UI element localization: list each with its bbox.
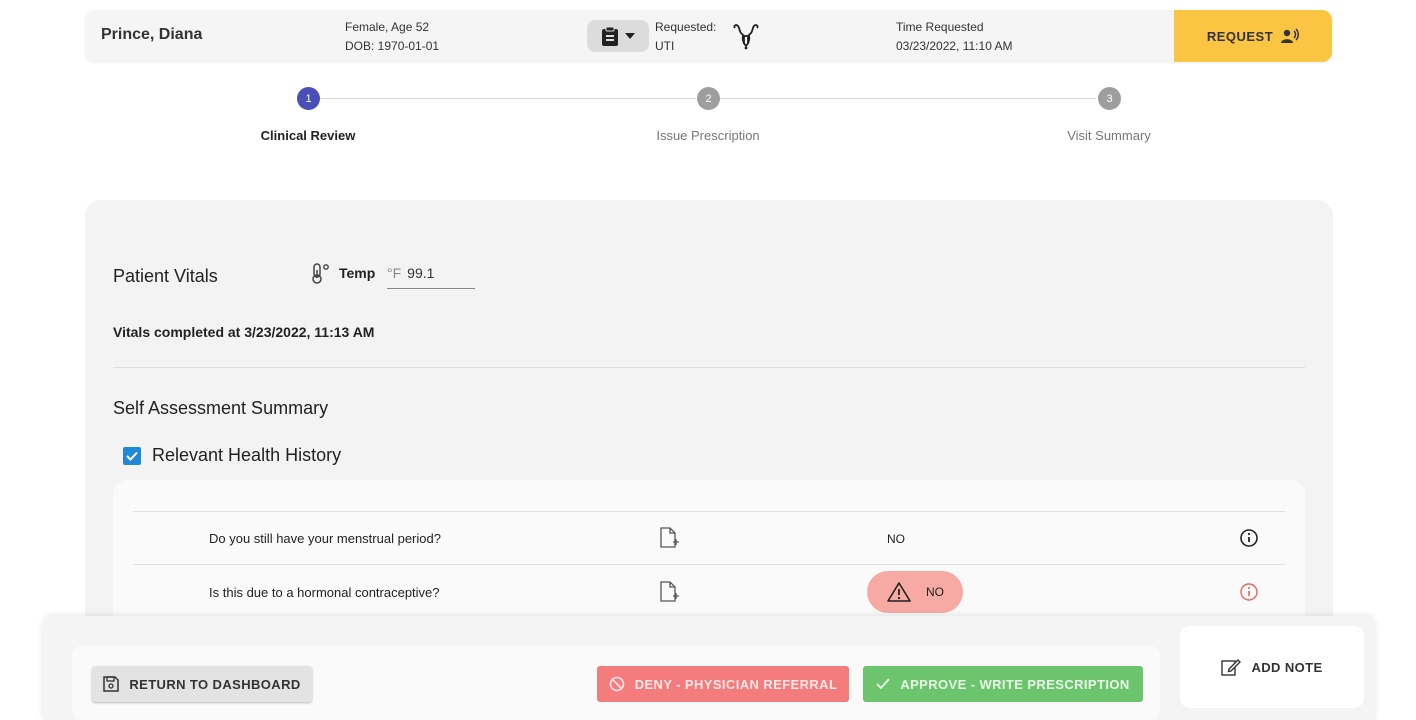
patient-header: Prince, Diana Female, Age 52 DOB: 1970-0… [85,10,1332,62]
approve-write-prescription-button[interactable]: APPROVE - WRITE PRESCRIPTION [863,666,1143,702]
patient-vitals-title: Patient Vitals [113,266,218,286]
caret-down-icon [625,33,635,39]
warning-info-icon[interactable] [1239,582,1259,602]
health-history-title: Relevant Health History [152,445,342,465]
temp-unit: °F [387,265,402,281]
warning-icon [887,582,911,602]
question-text: Is this due to a hormonal contraceptive? [209,585,440,600]
temp-value: 99.1 [407,265,435,281]
requested-label: Requested: [655,20,717,34]
info-icon[interactable] [1239,528,1259,548]
save-icon [103,676,120,692]
self-assessment-title: Self Assessment Summary [113,398,329,418]
add-note-button[interactable]: ADD NOTE [1180,626,1364,708]
flagged-answer-pill: NO [867,571,963,613]
step-connector [720,98,1096,99]
health-history-checkbox[interactable] [123,447,141,465]
time-requested-block: Time Requested 03/23/2022, 11:10 AM [896,18,1013,56]
block-icon [609,676,624,692]
vitals-completed-text: Vitals completed at 3/23/2022, 11:13 AM [113,324,375,340]
temp-label: Temp [339,265,376,281]
patient-name: Prince, Diana [101,26,203,43]
answer-value: NO [926,585,944,599]
answer-value: NO [887,532,905,546]
edit-note-icon [1221,659,1242,676]
uterus-icon [733,24,759,50]
request-button[interactable]: REQUEST [1174,10,1332,62]
step-1-indicator[interactable]: 1 [297,87,320,110]
step-2-number: 2 [705,92,712,105]
step-3-label: Visit Summary [1067,128,1151,143]
add-document-icon[interactable] [659,581,679,603]
deny-button-label: DENY - PHYSICIAN REFERRAL [634,676,838,692]
time-requested-value: 03/23/2022, 11:10 AM [896,39,1013,53]
check-icon [876,678,891,690]
requested-value: UTI [655,39,675,53]
step-1-number: 1 [305,92,312,105]
deny-physician-referral-button[interactable]: DENY - PHYSICIAN REFERRAL [597,666,849,702]
temp-input[interactable]: °F 99.1 [387,262,475,289]
time-requested-label: Time Requested [896,20,984,34]
question-text: Do you still have your menstrual period? [209,531,441,546]
patient-dob: DOB: 1970-01-01 [345,39,440,53]
patient-demographics: Female, Age 52 DOB: 1970-01-01 [345,18,439,56]
step-3-number: 3 [1106,92,1113,105]
action-bar: RETURN TO DASHBOARD DENY - PHYSICIAN REF… [42,616,1376,720]
request-button-label: REQUEST [1206,28,1274,44]
add-document-icon[interactable] [659,527,679,549]
step-3-indicator[interactable]: 3 [1098,87,1121,110]
table-divider [133,564,1285,565]
step-2-indicator[interactable]: 2 [697,87,720,110]
return-to-dashboard-button[interactable]: RETURN TO DASHBOARD [92,666,312,702]
section-divider [113,367,1305,368]
checkmark-icon [126,451,138,461]
clipboard-menu-button[interactable] [587,20,649,52]
approve-button-label: APPROVE - WRITE PRESCRIPTION [900,676,1130,692]
person-speaking-icon [1281,28,1300,43]
step-2-label: Issue Prescription [656,128,760,143]
table-divider [133,511,1285,512]
clipboard-icon [602,26,618,46]
add-note-label: ADD NOTE [1251,659,1323,675]
step-1-label: Clinical Review [260,128,356,143]
requested-block: Requested: UTI [655,18,716,56]
step-connector [320,98,696,99]
thermometer-icon [312,263,329,284]
action-button-group: RETURN TO DASHBOARD DENY - PHYSICIAN REF… [72,646,1160,720]
patient-sex-age: Female, Age 52 [345,20,430,34]
return-to-dashboard-label: RETURN TO DASHBOARD [129,676,301,692]
